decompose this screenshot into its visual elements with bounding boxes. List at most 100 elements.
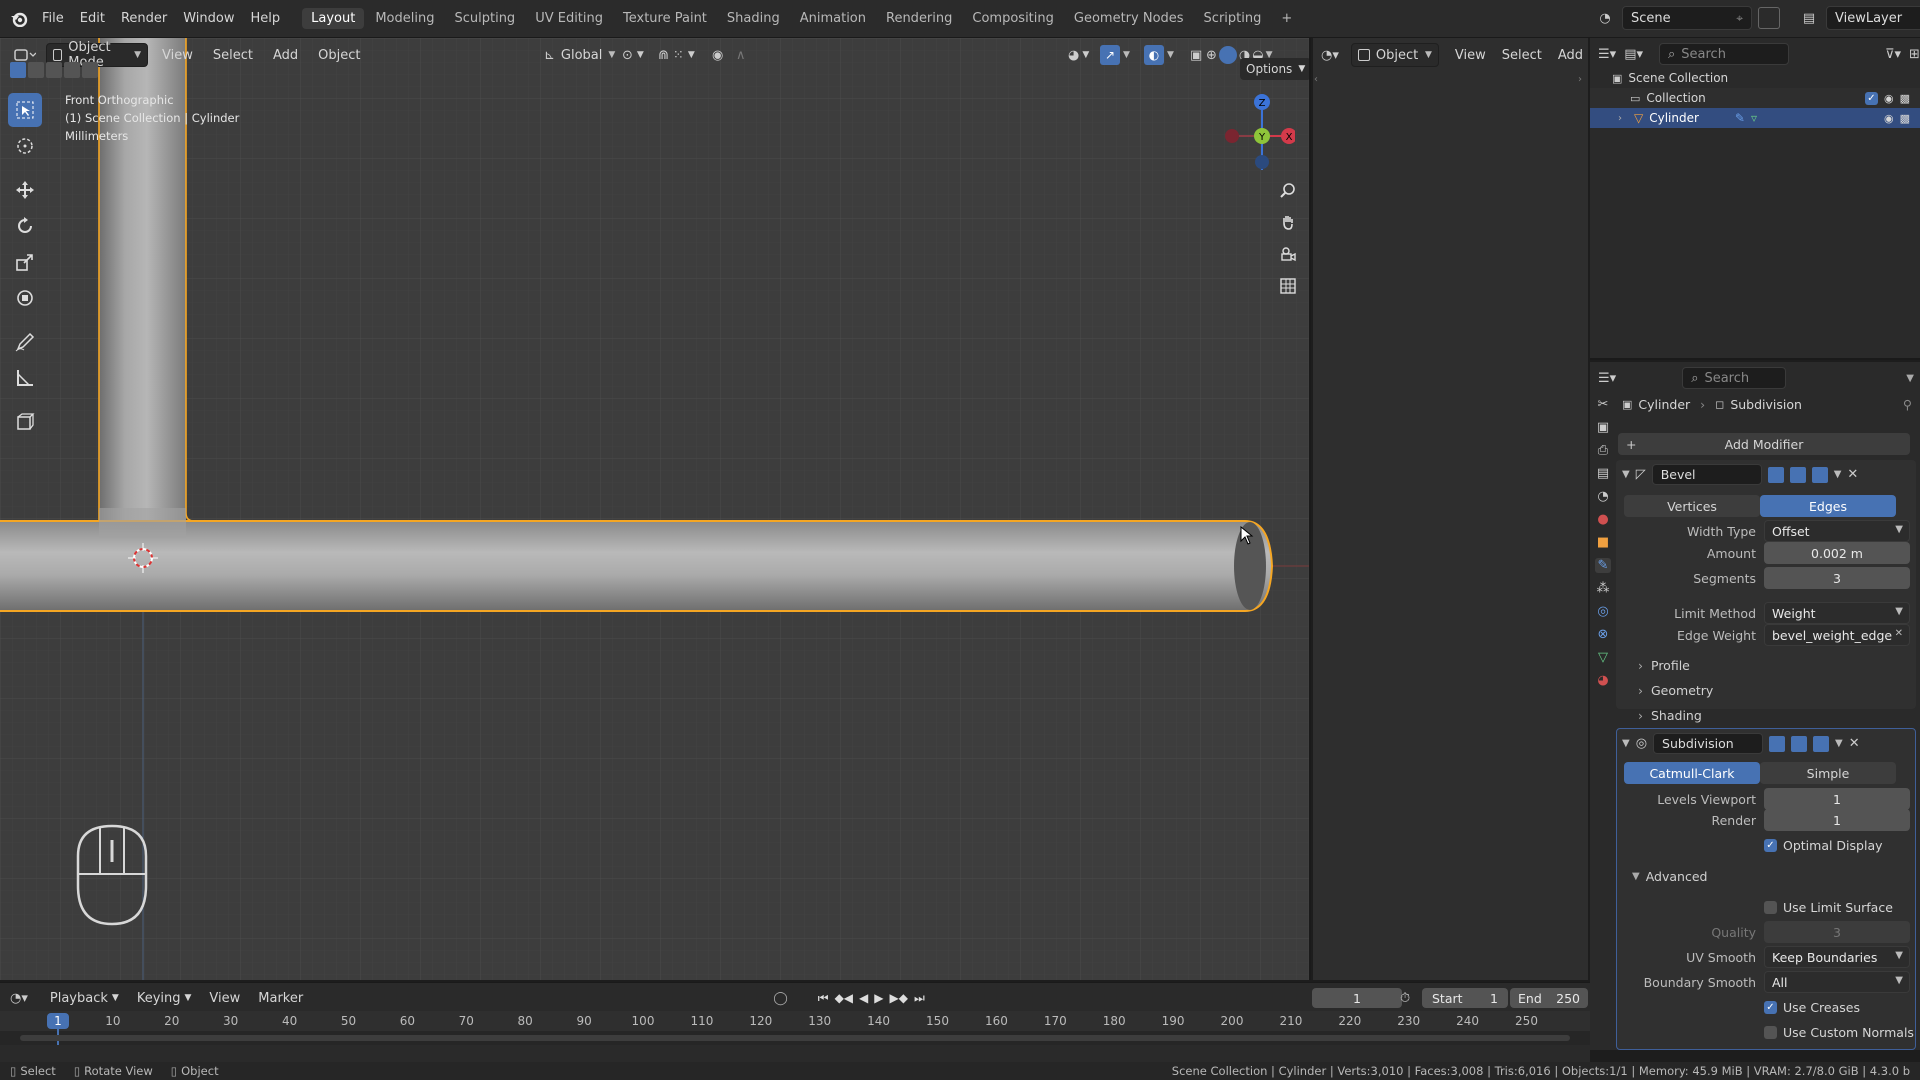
secondary-editor[interactable]: ◔▾ Object ▼ View Select Add Ne ‹ › [1313, 38, 1617, 980]
use-limit-surface-checkbox[interactable]: Use Limit Surface [1764, 900, 1893, 915]
jump-start-icon[interactable]: ⏮ [818, 991, 829, 1006]
solid-shading-icon[interactable] [1218, 46, 1237, 64]
navigation-gizmo[interactable]: Z Y X [1215, 90, 1295, 170]
amount-field[interactable]: 0.002 m [1764, 542, 1910, 564]
view-layer-field[interactable]: ViewLayer [1826, 6, 1920, 30]
viewport-menu-view[interactable]: View [156, 43, 199, 67]
cursor-tool[interactable] [8, 129, 42, 163]
wrench-modifier-icon[interactable]: ✎ [1735, 111, 1745, 125]
tab-rendering[interactable]: Rendering [877, 8, 961, 29]
add-workspace-button[interactable]: + [1272, 8, 1301, 29]
add-cube-tool[interactable] [8, 405, 42, 439]
xray-toggle[interactable]: ▣ [1184, 43, 1208, 67]
scene-tab-icon[interactable]: ◔ [1597, 489, 1608, 504]
tab-geometry-nodes[interactable]: Geometry Nodes [1065, 8, 1193, 29]
gizmo-toggle[interactable]: ↗ ▼ [1094, 43, 1136, 67]
gizmo-x-label[interactable]: X [1286, 132, 1293, 143]
keying-menu[interactable]: Keying ▼ [131, 986, 198, 1010]
new-scene-icon[interactable] [1758, 7, 1780, 29]
collapse-arrow-icon[interactable]: ▼ [1622, 738, 1630, 749]
start-frame-field[interactable]: Start 1 [1422, 988, 1508, 1008]
view-layer-tab-icon[interactable]: ▤ [1597, 466, 1609, 481]
annotate-tool[interactable] [8, 325, 42, 359]
tab-sculpting[interactable]: Sculpting [445, 8, 524, 29]
output-tab-icon[interactable]: ⎙ [1598, 443, 1608, 458]
gizmo-z-label[interactable]: Z [1259, 98, 1266, 109]
bevel-name-field[interactable]: Bevel [1651, 464, 1762, 485]
collapse-arrow-icon[interactable]: ▼ [1622, 469, 1630, 480]
scene-name-field[interactable]: Scene ⌖ [1622, 6, 1752, 30]
secondary-menu-add[interactable]: Add [1552, 43, 1589, 67]
viewport-menu-object[interactable]: Object [312, 43, 366, 67]
select-extend-icon[interactable] [28, 62, 44, 78]
timeline-scrollbar[interactable] [20, 1035, 1570, 1041]
wireframe-shading-icon[interactable]: ⊕ [1206, 48, 1217, 63]
next-keyframe-icon[interactable]: ▶◆ [890, 991, 908, 1006]
visibility-dropdown[interactable]: ◕ ▼ [1062, 43, 1095, 67]
marker-menu[interactable]: Marker [252, 986, 309, 1010]
tab-compositing[interactable]: Compositing [963, 8, 1063, 29]
timeline-view-menu[interactable]: View [203, 986, 246, 1010]
tree-row-collection[interactable]: ▭ Collection ✓ ◉ ▩ [1590, 88, 1920, 108]
falloff-dropdown[interactable]: ∧ [730, 43, 752, 67]
subdivision-tab-simple[interactable]: Simple [1760, 762, 1896, 784]
secondary-menu-select[interactable]: Select [1496, 43, 1548, 67]
scene-icon[interactable]: ◔ [1592, 6, 1618, 30]
timeline-ruler[interactable]: 1 10 20 30 40 50 60 70 80 90 100 110 120 130 140 150 160… [0, 1011, 1590, 1045]
snap-toggle[interactable]: ⋒ ⁙ ▼ [652, 43, 701, 67]
select-subtract-icon[interactable] [46, 62, 62, 78]
secondary-menu-view[interactable]: View [1449, 43, 1492, 67]
bevel-tab-vertices[interactable]: Vertices [1624, 495, 1760, 517]
current-frame-field[interactable]: 1 [1312, 988, 1402, 1008]
clock-editor-icon[interactable]: ◔▾ [10, 991, 28, 1006]
viewport-menu-add[interactable]: Add [267, 43, 304, 67]
boundary-smooth-dropdown[interactable]: All ▼ [1764, 971, 1910, 993]
viewport-toggle-icon[interactable] [1789, 466, 1806, 483]
limit-method-dropdown[interactable]: Weight ▼ [1764, 602, 1910, 624]
close-icon[interactable]: ✕ [1847, 467, 1858, 482]
segments-field[interactable]: 3 [1764, 567, 1910, 589]
world-tab-icon[interactable]: ● [1597, 512, 1608, 527]
view-layer-icon[interactable]: ▤ [1796, 6, 1822, 30]
play-icon[interactable]: ▶ [874, 991, 883, 1006]
pivot-point-dropdown[interactable]: ⊙ ▼ [616, 43, 650, 67]
menu-render[interactable]: Render [113, 11, 175, 26]
mesh-data-icon[interactable]: ▿ [1751, 111, 1757, 125]
geometry-subpanel[interactable]: › Geometry [1638, 679, 1713, 701]
advanced-subpanel[interactable]: ▼ Advanced [1632, 865, 1707, 887]
optimal-display-checkbox[interactable]: ✓ Optimal Display [1764, 838, 1883, 853]
add-modifier-button[interactable]: + Add Modifier [1618, 433, 1910, 455]
proportional-edit-toggle[interactable]: ◉ [706, 43, 729, 67]
edit-mode-toggle-icon[interactable] [1767, 466, 1784, 483]
menu-help[interactable]: Help [243, 11, 289, 26]
bevel-tab-edges[interactable]: Edges [1760, 495, 1896, 517]
pan-hand-icon[interactable] [1276, 210, 1300, 234]
move-tool[interactable] [8, 173, 42, 207]
tab-scripting[interactable]: Scripting [1195, 8, 1271, 29]
secondary-mode-dropdown[interactable]: Object ▼ [1350, 43, 1439, 67]
cylinder-object[interactable] [0, 38, 1311, 980]
ortho-grid-icon[interactable] [1276, 274, 1300, 298]
end-frame-field[interactable]: End 250 [1510, 988, 1588, 1008]
viewport-menu-select[interactable]: Select [207, 43, 259, 67]
modifier-tab-icon[interactable]: ✎ [1594, 558, 1612, 573]
new-collection-icon[interactable]: ⊞ [1909, 47, 1920, 62]
render-toggle-icon[interactable] [1813, 735, 1830, 752]
tab-layout[interactable]: Layout [302, 8, 365, 29]
edit-mode-toggle-icon[interactable] [1769, 735, 1786, 752]
tab-uv-editing[interactable]: UV Editing [526, 8, 612, 29]
select-box-tool[interactable] [8, 93, 42, 127]
physics-tab-icon[interactable]: ◎ [1597, 604, 1608, 619]
transform-tool[interactable] [8, 281, 42, 315]
use-custom-normals-checkbox[interactable]: Use Custom Normals [1764, 1025, 1914, 1040]
tab-shading[interactable]: Shading [718, 8, 789, 29]
tab-texture-paint[interactable]: Texture Paint [614, 8, 716, 29]
camera-view-icon[interactable] [1276, 242, 1300, 266]
outliner-search-input[interactable]: ⌕ Search [1659, 43, 1789, 65]
expand-arrow-icon[interactable]: › [1618, 113, 1622, 124]
viewport-toggle-icon[interactable] [1791, 735, 1808, 752]
collapse-left-icon[interactable]: ‹ [1314, 74, 1318, 85]
profile-subpanel[interactable]: › Profile [1638, 654, 1690, 676]
menu-file[interactable]: File [34, 11, 72, 26]
gizmo-y-label[interactable]: Y [1258, 132, 1266, 143]
